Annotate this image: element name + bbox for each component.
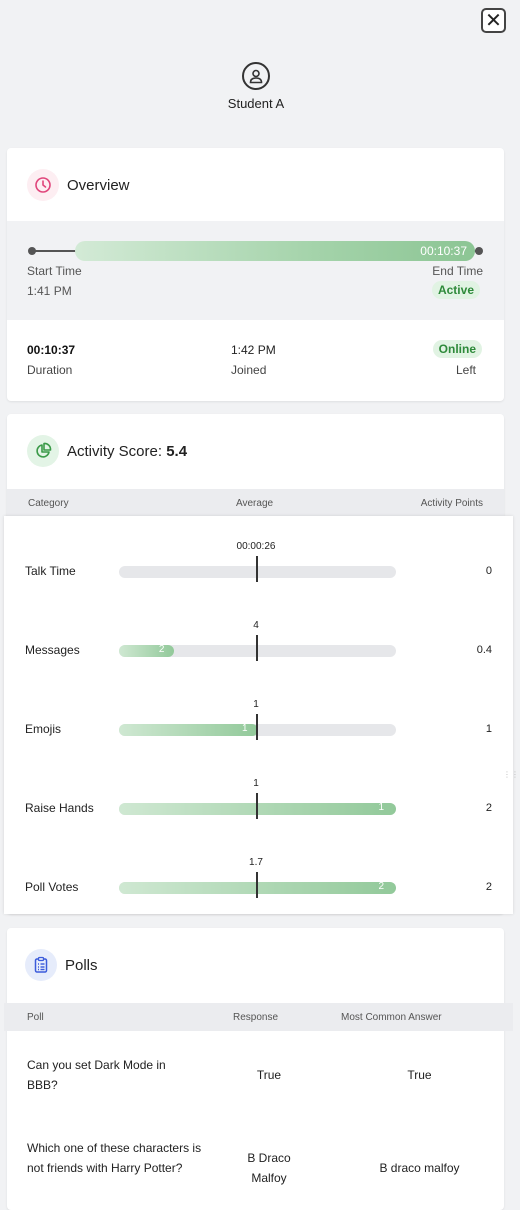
poll-question: Can you set Dark Mode in BBB? bbox=[27, 1058, 166, 1092]
active-badge: Active bbox=[431, 281, 480, 299]
timeline-bar: 00:10:37 bbox=[75, 241, 475, 261]
duration-stat: 00:10:37 Duration bbox=[27, 343, 75, 377]
joined-label: Joined bbox=[231, 363, 267, 377]
row-points: 2 bbox=[485, 802, 492, 814]
activity-row: Poll Votes 1.7 2 2 bbox=[4, 832, 513, 911]
timeline-duration: 00:10:37 bbox=[420, 244, 467, 258]
clipboard-list-icon bbox=[25, 949, 57, 981]
row-average: 4 bbox=[253, 620, 259, 631]
pie-chart-icon bbox=[27, 435, 59, 467]
row-points: 2 bbox=[485, 881, 492, 893]
duration-label: Duration bbox=[27, 363, 73, 377]
start-time-value: 1:41 PM bbox=[27, 284, 72, 298]
overview-header: Overview bbox=[7, 148, 504, 222]
student-name: Student A bbox=[227, 96, 285, 111]
average-marker bbox=[256, 714, 258, 740]
row-progress-fill: 2 bbox=[119, 881, 396, 894]
activity-row: Raise Hands 1 1 2 bbox=[4, 753, 513, 832]
left-stat: Online Left bbox=[432, 340, 482, 377]
row-points: 1 bbox=[485, 723, 492, 735]
duration-value: 00:10:37 bbox=[27, 343, 76, 357]
row-fill-label: 1 bbox=[241, 723, 248, 734]
col-response: Response bbox=[233, 1012, 279, 1023]
poll-common-answer: True bbox=[407, 1068, 432, 1082]
polls-title: Polls bbox=[65, 956, 98, 974]
row-fill-label: 2 bbox=[378, 881, 384, 892]
overview-card: Overview 00:10:37 Start Time 1:41 PM End… bbox=[7, 148, 504, 401]
start-time-label: Start Time bbox=[27, 264, 82, 278]
left-label: Left bbox=[455, 363, 476, 377]
row-average: 1.7 bbox=[249, 857, 263, 868]
row-category: Talk Time bbox=[25, 564, 76, 578]
row-points: 0 bbox=[485, 565, 492, 577]
col-category: Category bbox=[28, 498, 69, 509]
row-progress-track: 1 bbox=[119, 723, 396, 736]
joined-stat: 1:42 PM Joined bbox=[231, 343, 276, 377]
poll-response: B Draco Malfoy bbox=[247, 1151, 291, 1185]
resize-handle[interactable]: ⋮⋮ bbox=[503, 770, 519, 779]
timeline-start-dot bbox=[28, 247, 36, 255]
end-time-label: End Time bbox=[432, 264, 483, 278]
row-average: 1 bbox=[253, 778, 259, 789]
activity-row: Talk Time 00:00:26 0 bbox=[4, 516, 513, 595]
activity-table-header: Category Average Activity Points bbox=[7, 489, 504, 517]
col-poll: Poll bbox=[27, 1012, 44, 1023]
row-progress-track: 2 bbox=[119, 881, 396, 894]
row-progress-fill: 2 bbox=[119, 644, 175, 657]
session-timeline: 00:10:37 Start Time 1:41 PM End Time Act… bbox=[7, 221, 504, 320]
poll-response: True bbox=[256, 1068, 282, 1082]
row-fill-label: 1 bbox=[378, 802, 384, 813]
poll-common-answer: B draco malfoy bbox=[379, 1161, 460, 1175]
user-icon bbox=[242, 62, 270, 90]
col-most-common-answer: Most Common Answer bbox=[341, 1012, 442, 1023]
polls-card: Polls Poll Response Most Common Answer C… bbox=[4, 928, 513, 1210]
row-category: Raise Hands bbox=[25, 801, 94, 815]
polls-header: Polls bbox=[7, 928, 504, 1002]
timeline-end-dot bbox=[475, 247, 483, 255]
poll-question: Which one of these characters is not fri… bbox=[27, 1141, 202, 1175]
col-activity-points: Activity Points bbox=[420, 498, 483, 509]
col-average: Average bbox=[236, 498, 274, 509]
average-marker bbox=[256, 793, 258, 819]
polls-table-header: Poll Response Most Common Answer bbox=[4, 1003, 513, 1031]
average-marker bbox=[256, 556, 258, 582]
row-progress-fill: 1 bbox=[119, 802, 396, 815]
close-button[interactable]: ✕ bbox=[481, 8, 506, 33]
online-badge: Online bbox=[432, 340, 482, 358]
activity-header: Activity Score: 5.4 bbox=[7, 414, 504, 488]
average-marker bbox=[256, 872, 258, 898]
activity-title: Activity Score: 5.4 bbox=[67, 443, 187, 460]
overview-title: Overview bbox=[67, 176, 130, 194]
close-icon: ✕ bbox=[485, 9, 502, 32]
row-progress-track: 1 bbox=[119, 802, 396, 815]
row-category: Emojis bbox=[25, 722, 62, 736]
row-average: 00:00:26 bbox=[236, 541, 276, 552]
clock-icon bbox=[27, 169, 59, 201]
row-progress-fill: 1 bbox=[119, 723, 258, 736]
activity-row: Emojis 1 1 1 bbox=[4, 674, 513, 753]
row-progress-track: 2 bbox=[119, 644, 396, 657]
row-average: 1 bbox=[253, 699, 259, 710]
activity-title-label: Activity Score: bbox=[67, 442, 167, 460]
activity-table-body: Talk Time 00:00:26 0 Messages 4 2 0.4 Em… bbox=[4, 516, 513, 914]
average-marker bbox=[256, 635, 258, 661]
student-header: Student A bbox=[0, 62, 512, 111]
activity-row: Messages 4 2 0.4 bbox=[4, 595, 513, 674]
row-points: 0.4 bbox=[476, 644, 492, 656]
row-category: Poll Votes bbox=[25, 880, 79, 894]
row-category: Messages bbox=[25, 643, 80, 657]
activity-score: 5.4 bbox=[166, 442, 188, 460]
joined-value: 1:42 PM bbox=[231, 343, 276, 357]
activity-card: Activity Score: 5.4 Category Average Act… bbox=[4, 414, 513, 914]
row-progress-track bbox=[119, 566, 396, 578]
row-fill-label: 2 bbox=[158, 644, 165, 655]
